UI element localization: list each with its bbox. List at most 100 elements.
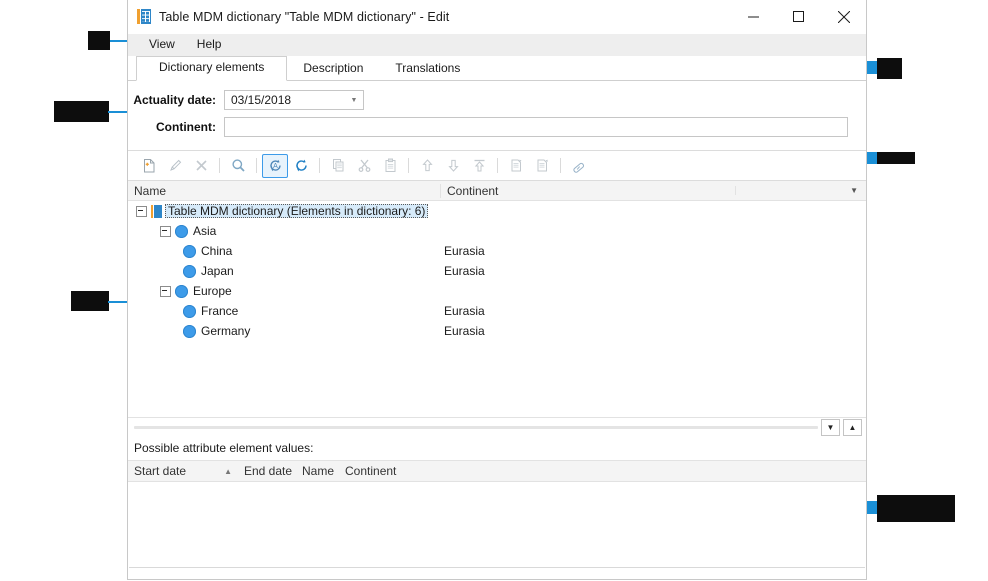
- menu-item-help[interactable]: Help: [186, 34, 233, 55]
- sphere-icon: [183, 325, 196, 338]
- sphere-icon: [175, 225, 188, 238]
- callout-toolbar-box: [877, 152, 915, 164]
- chevron-down-icon[interactable]: ▼: [345, 97, 363, 104]
- tree-row-label: Germany: [201, 324, 250, 338]
- table-row[interactable]: Asia: [128, 221, 866, 241]
- toolbar-separator-3: [319, 158, 320, 173]
- table-row[interactable]: Japan Eurasia: [128, 261, 866, 281]
- tab-description[interactable]: Description: [287, 57, 379, 81]
- grid-column-continent[interactable]: Continent: [339, 464, 866, 478]
- paste-icon[interactable]: [377, 154, 403, 178]
- toolbar-separator-2: [256, 158, 257, 173]
- menu-item-view[interactable]: View: [138, 34, 186, 55]
- table-row[interactable]: Germany Eurasia: [128, 321, 866, 341]
- continent-input[interactable]: [224, 117, 848, 137]
- table-dictionary-icon: [151, 205, 162, 218]
- expander-minus-icon[interactable]: [160, 286, 171, 297]
- tree-column-extra[interactable]: ▼: [735, 186, 866, 195]
- continent-label: Continent:: [128, 120, 224, 134]
- table-row[interactable]: China Eurasia: [128, 241, 866, 261]
- maximize-icon[interactable]: [776, 0, 821, 33]
- expander-minus-icon[interactable]: [136, 206, 147, 217]
- panel-splitter[interactable]: ▼ ▲: [128, 417, 866, 437]
- tree-row-france[interactable]: France: [128, 304, 440, 318]
- sphere-icon: [175, 285, 188, 298]
- grid-column-label: Start date: [134, 464, 186, 478]
- window-controls: [731, 0, 866, 33]
- tree-row-continent: Eurasia: [440, 304, 735, 318]
- search-icon[interactable]: [225, 154, 251, 178]
- sphere-icon: [183, 305, 196, 318]
- triangle-down-icon[interactable]: ▼: [821, 419, 840, 436]
- expander-minus-icon[interactable]: [160, 226, 171, 237]
- tree-row-europe[interactable]: Europe: [128, 284, 440, 298]
- copy-icon[interactable]: [325, 154, 351, 178]
- pencil-icon[interactable]: [162, 154, 188, 178]
- menu-bar: View Help: [128, 34, 866, 56]
- table-row[interactable]: Europe: [128, 281, 866, 301]
- sort-ascending-icon[interactable]: ▲: [224, 467, 232, 476]
- document-in-icon[interactable]: [529, 154, 555, 178]
- tree-column-name[interactable]: Name: [128, 184, 440, 198]
- tree-row-asia[interactable]: Asia: [128, 224, 440, 238]
- toolbar-separator-6: [560, 158, 561, 173]
- callout-tabs-box: [877, 58, 902, 79]
- sphere-icon: [183, 265, 196, 278]
- arrow-up-to-line-icon[interactable]: [466, 154, 492, 178]
- toolbar-separator-1: [219, 158, 220, 173]
- table-row[interactable]: Table MDM dictionary (Elements in dictio…: [128, 201, 866, 221]
- filter-dropdown-icon[interactable]: ▼: [850, 186, 858, 195]
- scissors-icon[interactable]: [351, 154, 377, 178]
- tab-translations[interactable]: Translations: [379, 57, 476, 81]
- toolbar-separator-5: [497, 158, 498, 173]
- toolbar: A: [128, 150, 866, 181]
- grid-column-start-date[interactable]: Start date ▲: [128, 464, 238, 478]
- tree-row-germany[interactable]: Germany: [128, 324, 440, 338]
- tab-strip: Dictionary elements Description Translat…: [128, 56, 866, 81]
- document-out-icon[interactable]: [503, 154, 529, 178]
- sphere-icon: [183, 245, 196, 258]
- eraser-icon[interactable]: [566, 154, 592, 178]
- tree-row-label: Asia: [193, 224, 216, 238]
- table-dictionary-icon: [137, 9, 151, 24]
- tree-row-label: China: [201, 244, 232, 258]
- refresh-icon[interactable]: [288, 154, 314, 178]
- attributes-panel-label: Possible attribute element values:: [128, 437, 866, 460]
- tab-dictionary-elements[interactable]: Dictionary elements: [136, 56, 287, 81]
- tree-row-label: France: [201, 304, 238, 318]
- circular-arrows-a-icon[interactable]: A: [262, 154, 288, 178]
- window-title: Table MDM dictionary "Table MDM dictiona…: [159, 10, 449, 24]
- callout-view-menu-box: [88, 31, 110, 50]
- callout-tree-box: [71, 291, 109, 311]
- splitter-handle[interactable]: [134, 426, 818, 429]
- tree-row-japan[interactable]: Japan: [128, 264, 440, 278]
- tree-row-root[interactable]: Table MDM dictionary (Elements in dictio…: [128, 204, 440, 218]
- grid-column-name[interactable]: Name: [296, 464, 339, 478]
- grid-column-end-date[interactable]: End date: [238, 464, 296, 478]
- new-document-icon[interactable]: [136, 154, 162, 178]
- table-row[interactable]: France Eurasia: [128, 301, 866, 321]
- close-icon[interactable]: [821, 0, 866, 33]
- tree-row-china[interactable]: China: [128, 244, 440, 258]
- callout-actuality-date-box: [54, 101, 109, 122]
- close-x-icon[interactable]: [188, 154, 214, 178]
- minimize-icon[interactable]: [731, 0, 776, 33]
- form-area: Actuality date: 03/15/2018 ▼ Continent:: [128, 81, 866, 150]
- attributes-grid-body[interactable]: [128, 482, 866, 567]
- dictionary-elements-tree[interactable]: Table MDM dictionary (Elements in dictio…: [128, 201, 866, 417]
- screenshot-root: Table MDM dictionary "Table MDM dictiona…: [0, 0, 988, 581]
- tree-row-continent: Eurasia: [440, 264, 735, 278]
- arrow-down-icon[interactable]: [440, 154, 466, 178]
- panel-divider: [129, 567, 865, 569]
- tree-header: Name Continent ▼: [128, 181, 866, 201]
- actuality-date-combo[interactable]: 03/15/2018 ▼: [224, 90, 364, 110]
- actuality-date-value: 03/15/2018: [225, 93, 345, 107]
- triangle-up-icon[interactable]: ▲: [843, 419, 862, 436]
- actuality-date-row: Actuality date: 03/15/2018 ▼: [128, 90, 866, 110]
- arrow-up-icon[interactable]: [414, 154, 440, 178]
- tree-row-continent: Eurasia: [440, 244, 735, 258]
- tree-row-continent: Eurasia: [440, 324, 735, 338]
- title-bar: Table MDM dictionary "Table MDM dictiona…: [128, 0, 866, 34]
- tree-column-continent[interactable]: Continent: [440, 184, 735, 198]
- callout-attributes-grid-box: [877, 495, 955, 522]
